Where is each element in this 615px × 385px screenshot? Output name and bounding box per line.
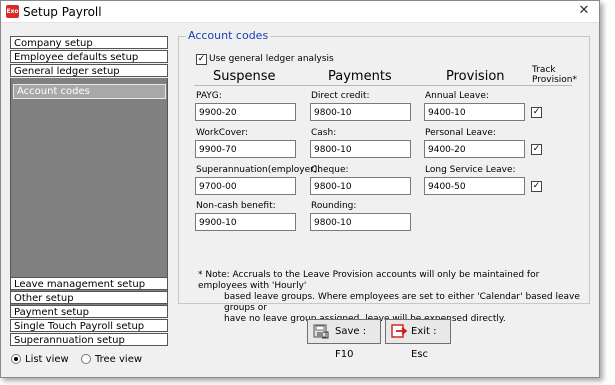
provision-note: * Note: Accruals to the Leave Provision … xyxy=(198,270,588,325)
personal-leave-track-checkbox[interactable]: ✓ xyxy=(531,144,542,155)
track-provision-heading: Track Provision* xyxy=(532,65,577,85)
sidebar-item-single-touch-payroll-setup[interactable]: Single Touch Payroll setup xyxy=(10,319,168,332)
suspense-heading: Suspense xyxy=(213,69,276,84)
sidebar-item-account-codes[interactable]: Account codes xyxy=(13,84,166,99)
exit-button-label: Exit : Esc xyxy=(411,326,437,360)
exit-button[interactable]: Exit : Esc xyxy=(385,319,451,360)
window-title: Setup Payroll xyxy=(23,5,102,19)
cash-input[interactable]: 9800-10 xyxy=(310,140,411,158)
sidebar-item-company-setup[interactable]: Company setup xyxy=(10,36,168,49)
long-service-leave-input[interactable]: 9400-50 xyxy=(424,177,525,195)
track-heading-line1: Track xyxy=(532,65,556,75)
personal-leave-label: Personal Leave: xyxy=(425,128,496,138)
title-bar: Exo Setup Payroll ✕ xyxy=(1,1,599,23)
track-heading-line2: Provision* xyxy=(532,75,578,85)
non-cash-benefit-label: Non-cash benefit: xyxy=(196,201,276,211)
close-icon[interactable]: ✕ xyxy=(575,3,593,19)
save-icon xyxy=(313,324,329,339)
cash-label: Cash: xyxy=(311,128,337,138)
payg-label: PAYG: xyxy=(196,91,222,101)
superannuation-employer-label: Superannuation(employer): xyxy=(196,165,321,175)
use-gl-analysis-label: Use general ledger analysis xyxy=(209,54,334,64)
setup-payroll-window: Exo Setup Payroll ✕ Company setup Employ… xyxy=(0,0,600,378)
personal-leave-input[interactable]: 9400-20 xyxy=(424,140,525,158)
list-view-radio[interactable]: List view xyxy=(11,354,69,365)
sidebar: Company setup Employee defaults setup Ge… xyxy=(10,36,169,347)
long-service-leave-label: Long Service Leave: xyxy=(425,165,516,175)
save-button-label: Save : F10 xyxy=(335,326,367,360)
direct-credit-label: Direct credit: xyxy=(311,91,370,101)
tree-view-radio-button[interactable] xyxy=(81,354,91,364)
payments-heading: Payments xyxy=(328,69,392,84)
exit-icon xyxy=(391,324,407,338)
long-service-leave-track-checkbox[interactable]: ✓ xyxy=(531,181,542,192)
sidebar-item-general-ledger-setup[interactable]: General ledger setup xyxy=(10,64,168,77)
tree-view-radio[interactable]: Tree view xyxy=(81,354,142,365)
sidebar-item-leave-management-setup[interactable]: Leave management setup xyxy=(10,277,168,290)
rounding-input[interactable]: 9800-10 xyxy=(310,213,411,231)
save-button[interactable]: Save : F10 xyxy=(307,319,381,360)
cheque-label: Cheque: xyxy=(311,165,349,175)
account-codes-legend: Account codes xyxy=(186,29,271,42)
note-line-1: * Note: Accruals to the Leave Provision … xyxy=(198,270,540,291)
annual-leave-track-checkbox[interactable]: ✓ xyxy=(531,107,542,118)
annual-leave-input[interactable]: 9400-10 xyxy=(424,103,525,121)
provision-heading: Provision xyxy=(446,69,505,84)
list-view-radio-button[interactable] xyxy=(11,354,21,364)
heading-divider xyxy=(194,85,572,86)
rounding-label: Rounding: xyxy=(311,201,357,211)
use-gl-analysis-checkbox[interactable]: ✓ xyxy=(196,54,207,65)
direct-credit-input[interactable]: 9800-10 xyxy=(310,103,411,121)
payg-input[interactable]: 9900-20 xyxy=(195,103,296,121)
non-cash-benefit-input[interactable]: 9900-10 xyxy=(195,213,296,231)
workcover-label: WorkCover: xyxy=(196,128,249,138)
app-icon: Exo xyxy=(6,5,19,18)
note-line-2: based leave groups. Where employees are … xyxy=(224,292,580,313)
sidebar-item-other-setup[interactable]: Other setup xyxy=(10,291,168,304)
annual-leave-label: Annual Leave: xyxy=(425,91,489,101)
sidebar-item-employee-defaults-setup[interactable]: Employee defaults setup xyxy=(10,50,168,63)
tree-view-label: Tree view xyxy=(95,354,143,365)
list-view-label: List view xyxy=(25,354,69,365)
workcover-input[interactable]: 9900-70 xyxy=(195,140,296,158)
sidebar-item-superannuation-setup[interactable]: Superannuation setup xyxy=(10,333,168,346)
superannuation-employer-input[interactable]: 9700-00 xyxy=(195,177,296,195)
cheque-input[interactable]: 9800-10 xyxy=(310,177,411,195)
sidebar-item-payment-setup[interactable]: Payment setup xyxy=(10,305,168,318)
